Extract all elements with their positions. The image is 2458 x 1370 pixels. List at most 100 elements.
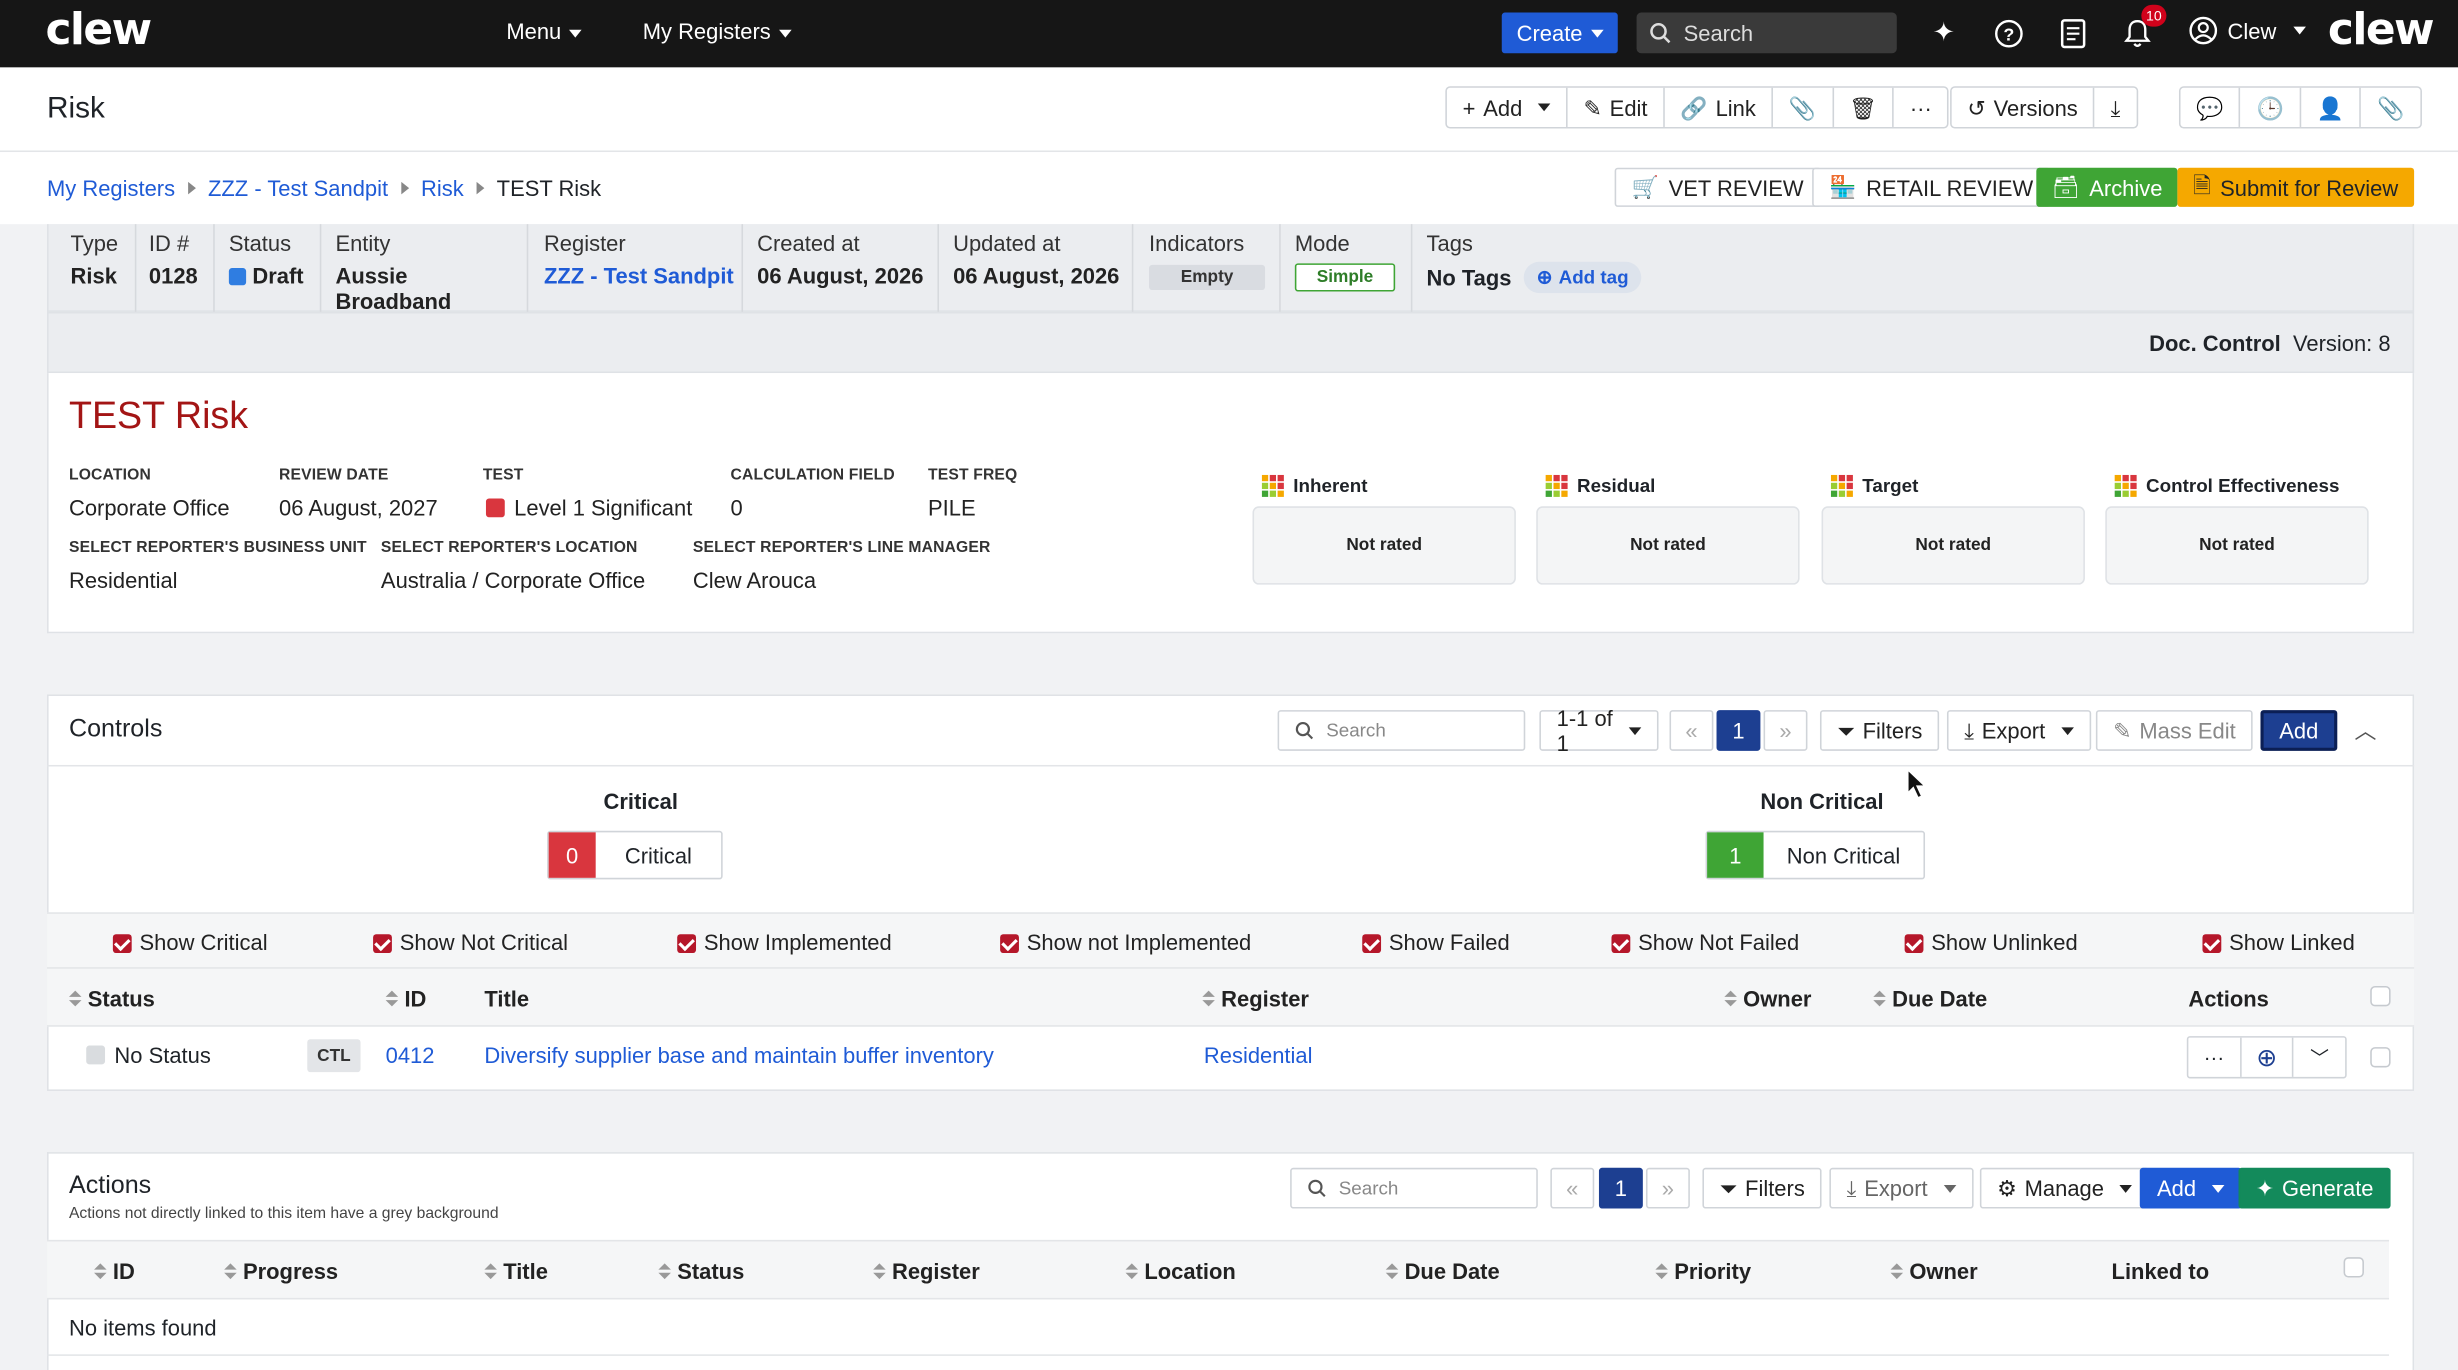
column-header-location[interactable]: Location (1125, 1259, 1236, 1284)
mode-pill: Simple (1294, 263, 1396, 292)
column-header-id[interactable]: ID (385, 986, 426, 1011)
my-registers-label: My Registers (642, 18, 771, 44)
create-button[interactable]: Create (1501, 12, 1618, 54)
clew-logo[interactable]: clew (45, 3, 152, 55)
chevron-down-icon (569, 29, 582, 38)
breadcrumb-my-registers[interactable]: My Registers (47, 176, 175, 201)
controls-mass-edit-button[interactable]: ✎ Mass Edit (2095, 710, 2253, 751)
critical-filter-button[interactable]: 0 Critical (547, 830, 723, 880)
global-search[interactable]: Search (1636, 12, 1897, 54)
filter-show-implemented[interactable]: Show Implemented (677, 930, 892, 955)
row-id-link[interactable]: 0412 (386, 1042, 435, 1067)
controls-page-number[interactable]: 1 (1716, 710, 1761, 751)
filter-show-not-implemented[interactable]: Show not Implemented (1000, 930, 1251, 955)
actions-export-button[interactable]: ⤓ Export (1829, 1167, 1974, 1209)
actions-generate-button[interactable]: ✦ Generate (2238, 1167, 2391, 1209)
rating-inherent-box[interactable]: Not rated (1252, 506, 1516, 585)
store-icon: 🏪 (1829, 173, 1857, 200)
column-header-register[interactable]: Register (1202, 986, 1309, 1011)
archive-button[interactable]: 🗃 Archive (2036, 167, 2179, 207)
noncritical-filter-button[interactable]: 1 Non Critical (1705, 830, 1926, 880)
column-header-status[interactable]: Status (658, 1259, 744, 1284)
filter-label: Show Not Critical (399, 929, 569, 955)
column-header-priority[interactable]: Priority (1655, 1259, 1751, 1284)
actions-prev-page[interactable]: « (1550, 1167, 1595, 1209)
actions-filters-button[interactable]: ⏷ Filters (1702, 1167, 1823, 1209)
chevron-down-icon (778, 29, 792, 38)
filter-show-linked[interactable]: Show Linked (2202, 930, 2355, 955)
comments-button[interactable]: 💬 (2181, 87, 2241, 127)
rating-control-effectiveness-box[interactable]: Not rated (2105, 506, 2369, 585)
chevron-down-icon (2060, 726, 2074, 735)
edit-button[interactable]: ✎ Edit (1568, 87, 1665, 127)
row-add-button[interactable]: ⊕ (2241, 1037, 2294, 1077)
actions-page-number[interactable]: 1 (1598, 1167, 1643, 1209)
controls-prev-page[interactable]: « (1669, 710, 1714, 751)
sparkle-icon[interactable]: ✦ (1927, 16, 1961, 50)
filter-show-not-failed[interactable]: Show Not Failed (1611, 930, 1799, 955)
column-header-status[interactable]: Status (68, 986, 155, 1011)
versions-button[interactable]: ↺ Versions (1952, 87, 2095, 127)
select-all-checkbox[interactable] (2343, 1257, 2364, 1278)
my-registers-dropdown[interactable]: My Registers (642, 18, 792, 44)
info-mode: Mode Simple (1281, 224, 1413, 312)
record-toolbar: + Add ✎ Edit 🔗 Link 📎 🗑 ··· (1445, 86, 1950, 129)
add-tag-button[interactable]: ⊕ Add tag (1524, 261, 1642, 294)
column-header-owner[interactable]: Owner (1890, 1259, 1978, 1284)
retail-review-button[interactable]: 🏪 RETAIL REVIEW (1812, 167, 2051, 207)
row-more-button[interactable]: ··· (2188, 1037, 2242, 1077)
collapse-chevron-up-icon[interactable]: ︿ (2355, 715, 2377, 746)
add-button[interactable]: + Add (1447, 87, 1568, 127)
actions-add-button[interactable]: Add (2139, 1167, 2242, 1209)
breadcrumb-risk[interactable]: Risk (421, 176, 464, 201)
controls-search-input[interactable]: Search (1277, 710, 1526, 751)
row-register-link[interactable]: Residential (1204, 1042, 1313, 1067)
submit-review-button[interactable]: 🗎 Submit for Review (2177, 167, 2414, 207)
more-button[interactable]: ··· (1894, 88, 1947, 127)
breadcrumb-register[interactable]: ZZZ - Test Sandpit (208, 176, 388, 201)
column-header-progress[interactable]: Progress (224, 1259, 338, 1284)
rating-target-box[interactable]: Not rated (1821, 506, 2085, 585)
link-button[interactable]: 🔗 Link (1665, 87, 1774, 127)
attach-button[interactable]: 📎 (1773, 87, 1834, 127)
rating-residual-box[interactable]: Not rated (1536, 506, 1800, 585)
download-button[interactable]: ⤓ (2095, 88, 2136, 127)
column-header-title[interactable]: Title (484, 986, 529, 1011)
controls-export-button[interactable]: ⤓ Export (1946, 710, 2091, 751)
help-icon[interactable]: ? (1991, 16, 2025, 50)
column-header-due-date[interactable]: Due Date (1385, 1259, 1500, 1284)
row-checkbox[interactable] (2370, 1047, 2391, 1068)
filter-show-critical[interactable]: Show Critical (112, 930, 268, 955)
controls-next-page[interactable]: » (1763, 710, 1808, 751)
column-header-title[interactable]: Title (484, 1259, 548, 1284)
actions-manage-button[interactable]: ⚙ Manage (1979, 1167, 2150, 1209)
user-menu[interactable]: Clew (2188, 16, 2307, 46)
column-header-owner[interactable]: Owner (1724, 986, 1811, 1011)
row-expand-button[interactable]: ﹀ (2294, 1038, 2345, 1077)
document-list-icon[interactable] (2055, 16, 2089, 50)
filter-show-failed[interactable]: Show Failed (1362, 930, 1510, 955)
field-value-line-manager: Clew Arouca (692, 567, 817, 593)
column-header-id[interactable]: ID (94, 1259, 135, 1284)
row-title-link[interactable]: Diversify supplier base and maintain buf… (484, 1042, 994, 1067)
filter-show-not-critical[interactable]: Show Not Critical (373, 930, 568, 955)
register-link[interactable]: ZZZ - Test Sandpit (544, 263, 742, 288)
actions-search-input[interactable]: Search (1290, 1167, 1538, 1209)
column-header-due-date[interactable]: Due Date (1873, 986, 1987, 1011)
delete-button[interactable]: 🗑 (1833, 87, 1895, 127)
select-all-checkbox[interactable] (2370, 985, 2391, 1007)
column-header-register[interactable]: Register (873, 1259, 980, 1284)
menu-dropdown[interactable]: Menu (506, 19, 582, 44)
attachments-button[interactable]: 📎 (2361, 88, 2420, 127)
page-title: Risk (47, 92, 105, 126)
filter-show-unlinked[interactable]: Show Unlinked (1904, 930, 2078, 955)
controls-add-button[interactable]: Add (2260, 710, 2338, 751)
controls-page-range[interactable]: 1-1 of 1 (1539, 705, 1659, 756)
reminder-button[interactable]: 🕒 (2241, 87, 2302, 127)
actions-next-page[interactable]: » (1645, 1167, 1690, 1209)
vet-review-button[interactable]: 🛒 VET REVIEW (1614, 167, 1821, 207)
checkbox-checked-icon (1362, 934, 1382, 954)
controls-filters-button[interactable]: ⏷ Filters (1819, 710, 1940, 751)
rating-label: Residual (1577, 474, 1656, 497)
assign-user-button[interactable]: 👤 (2301, 87, 2362, 127)
